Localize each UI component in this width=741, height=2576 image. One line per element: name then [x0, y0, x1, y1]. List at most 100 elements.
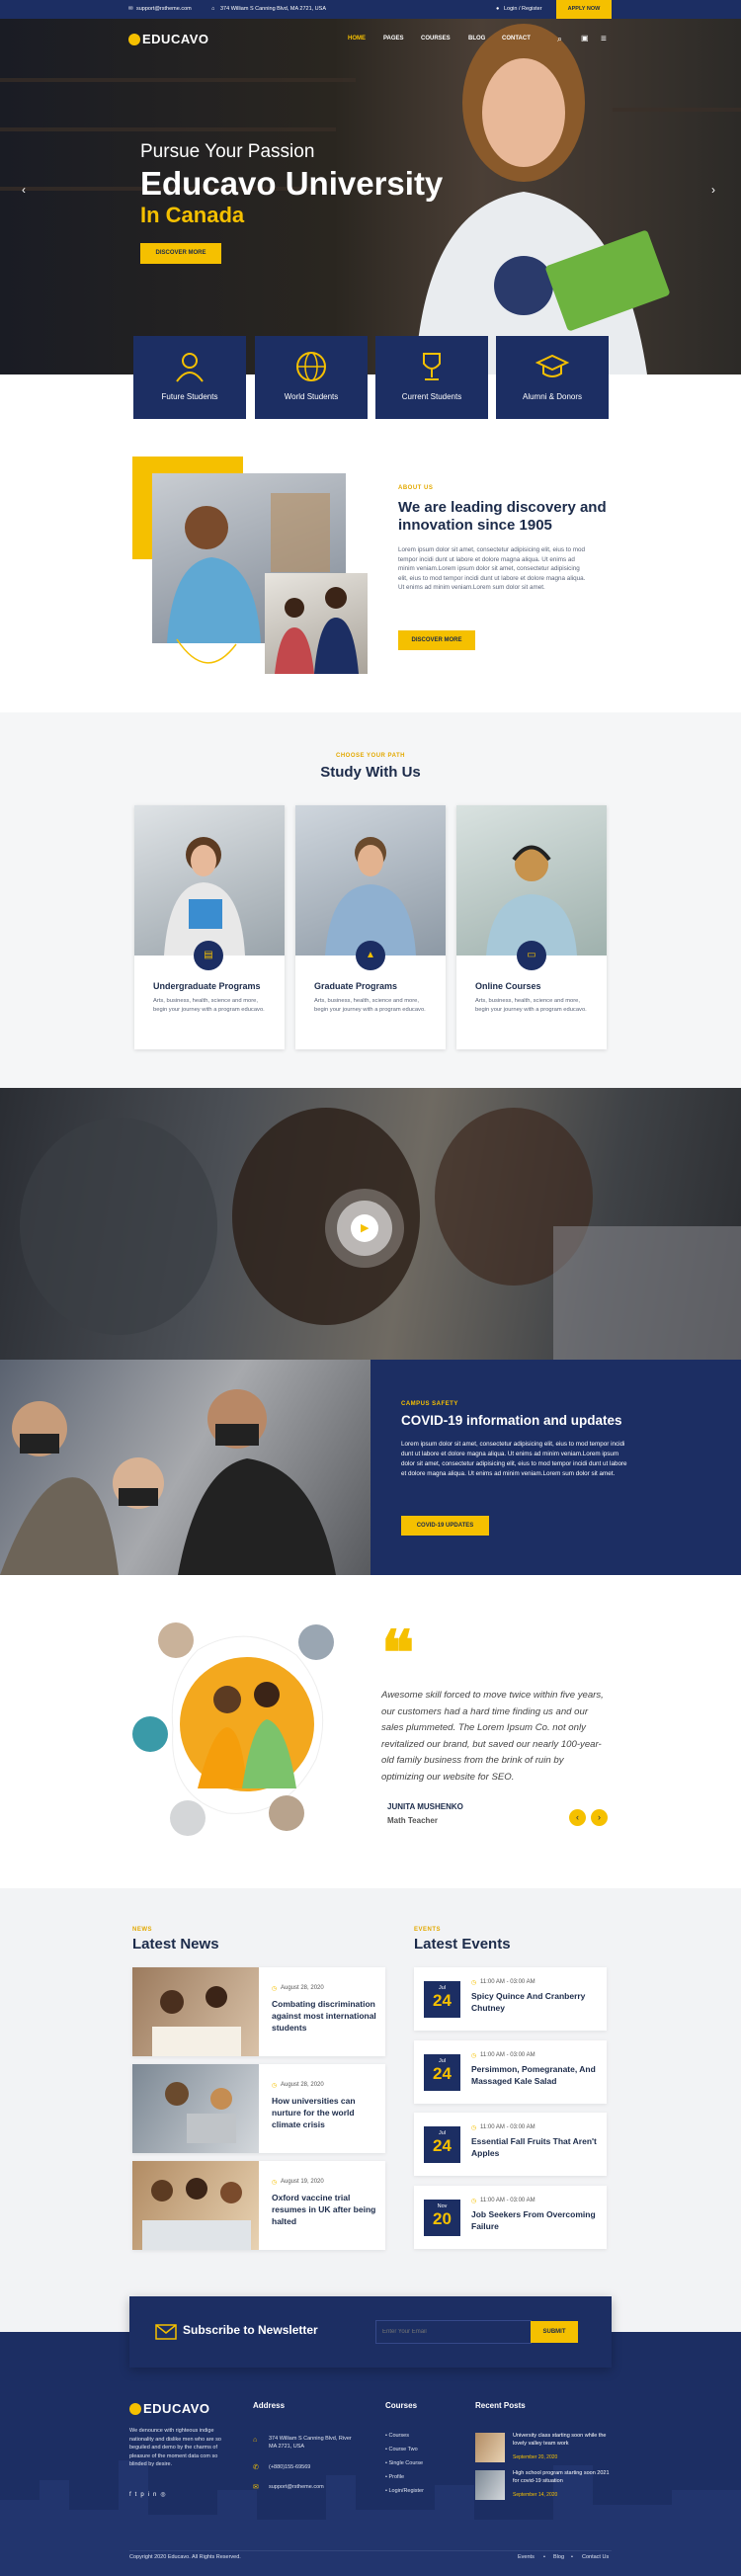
event-item[interactable]: Nov 20 ◷ 11:00 AM - 03:00 AM Job Seekers…	[414, 2186, 607, 2249]
event-title[interactable]: Spicy Quince And Cranberry Chutney	[471, 1991, 598, 2014]
footer-link-separator: •	[571, 2554, 573, 2560]
covid-kicker: CAMPUS SAFETY	[401, 1401, 458, 1407]
recent-post-date: September 14, 2020	[513, 2492, 558, 2498]
mail-icon: ✉	[253, 2484, 259, 2491]
event-title[interactable]: Job Seekers From Overcoming Failure	[471, 2209, 598, 2232]
event-time: 11:00 AM - 03:00 AM	[480, 2124, 535, 2130]
hero-subtitle: In Canada	[140, 203, 245, 227]
newsletter-submit-button[interactable]: SUBMIT	[531, 2321, 578, 2343]
about-body: Lorem ipsum dolor sit amet, consectetur …	[398, 546, 586, 592]
category-future-students[interactable]: Future Students	[133, 336, 246, 419]
about-discover-button[interactable]: DISCOVER MORE	[398, 630, 475, 650]
footer-link-blog[interactable]: Blog	[553, 2554, 564, 2560]
footer-logo[interactable]: EDUCAVO	[143, 2401, 210, 2416]
covid-title: COVID-19 information and updates	[401, 1413, 622, 1428]
testimonial-next-button[interactable]: ›	[591, 1809, 608, 1826]
slider-next-icon[interactable]: ›	[711, 183, 715, 197]
footer-course-link[interactable]: • Profile	[385, 2474, 404, 2480]
hamburger-icon[interactable]: ≡	[601, 34, 607, 44]
program-card-undergraduate[interactable]: ▤ Undergraduate Programs Arts, business,…	[134, 805, 285, 1049]
footer-course-link[interactable]: • Course Two	[385, 2447, 418, 2452]
news-headline[interactable]: Combating discrimination against most in…	[272, 1998, 378, 2034]
program-card-online[interactable]: ▭ Online Courses Arts, business, health,…	[456, 805, 607, 1049]
covid-updates-button[interactable]: COVID-19 UPDATES	[401, 1516, 489, 1536]
event-date-box: Nov 20	[424, 2200, 460, 2236]
card-title[interactable]: Undergraduate Programs	[153, 981, 261, 991]
footer-course-link[interactable]: • Single Course	[385, 2460, 423, 2466]
pinterest-icon[interactable]: p	[140, 2492, 147, 2498]
card-badge: ▲	[356, 941, 385, 970]
recent-post-title[interactable]: High school program starting soon 2021 f…	[513, 2470, 612, 2485]
program-card-graduate[interactable]: ▲ Graduate Programs Arts, business, heal…	[295, 805, 446, 1049]
event-item[interactable]: Jul 24 ◷ 11:00 AM - 03:00 AM Spicy Quinc…	[414, 1967, 607, 2031]
trophy-icon	[423, 353, 441, 380]
instagram-icon[interactable]: ◎	[160, 2492, 169, 2498]
nav-blog[interactable]: BLOG	[468, 36, 485, 42]
video-play-button[interactable]: ▶	[325, 1189, 404, 1268]
footer-course-label[interactable]: Profile	[388, 2474, 404, 2480]
category-label: World Students	[284, 392, 339, 401]
footer-phone[interactable]: (+880)155-69569	[269, 2464, 310, 2470]
event-title[interactable]: Persimmon, Pomegranate, And Massaged Kal…	[471, 2064, 598, 2087]
testimonial-prev-button[interactable]: ‹	[569, 1809, 586, 1826]
events-title: Latest Events	[414, 1936, 511, 1953]
footer-address-title: Address	[253, 2401, 286, 2410]
card-title[interactable]: Graduate Programs	[314, 981, 397, 991]
nav-contact[interactable]: CONTACT	[502, 36, 531, 42]
recent-post-title[interactable]: University class starting soon while the…	[513, 2433, 612, 2448]
footer-course-link[interactable]: • Courses	[385, 2433, 409, 2439]
clock-icon: ◷	[471, 1980, 477, 1986]
site-logo[interactable]: EDUCAVO	[142, 32, 209, 46]
category-alumni-donors[interactable]: Alumni & Donors	[496, 336, 609, 419]
card-title[interactable]: Online Courses	[475, 981, 541, 991]
event-time: 11:00 AM - 03:00 AM	[480, 2052, 535, 2058]
cart-icon[interactable]: ▣	[581, 34, 589, 42]
footer-email[interactable]: support@rstheme.com	[269, 2484, 324, 2490]
nav-courses[interactable]: COURSES	[421, 36, 451, 42]
event-item[interactable]: Jul 24 ◷ 11:00 AM - 03:00 AM Essential F…	[414, 2113, 607, 2176]
recent-post-thumb[interactable]	[475, 2470, 505, 2500]
footer-course-label[interactable]: Course Two	[388, 2447, 417, 2452]
logo-icon	[129, 2403, 141, 2415]
news-item[interactable]: ◷ August 28, 2020 How universities can n…	[132, 2064, 385, 2153]
news-headline[interactable]: How universities can nurture for the wor…	[272, 2095, 378, 2130]
footer-course-link[interactable]: • Login/Register	[385, 2488, 424, 2494]
footer-courses-title: Courses	[385, 2401, 418, 2410]
news-kicker: NEWS	[132, 1927, 152, 1933]
news-item[interactable]: ◷ August 19, 2020 Oxford vaccine trial r…	[132, 2161, 385, 2250]
news-date: August 19, 2020	[281, 2179, 324, 2185]
student-icon	[176, 353, 204, 382]
footer-divider	[129, 2550, 612, 2551]
testimonial-collage	[132, 1622, 334, 1836]
footer-course-label[interactable]: Single Course	[388, 2460, 423, 2466]
event-date-box: Jul 24	[424, 2054, 460, 2091]
apply-now-button[interactable]: APPLY NOW	[556, 0, 612, 19]
event-item[interactable]: Jul 24 ◷ 11:00 AM - 03:00 AM Persimmon, …	[414, 2040, 607, 2104]
topbar-address: 374 William S Canning Blvd, MA 2721, USA	[220, 6, 326, 12]
slider-prev-icon[interactable]: ‹	[22, 183, 26, 197]
newsletter-title: Subscribe to Newsletter	[183, 2323, 318, 2337]
category-current-students[interactable]: Current Students	[375, 336, 488, 419]
footer-link-contact[interactable]: Contact Us	[582, 2554, 609, 2560]
footer-course-label[interactable]: Login/Register	[388, 2488, 423, 2494]
nav-pages[interactable]: PAGES	[383, 36, 404, 42]
recent-post-thumb[interactable]	[475, 2433, 505, 2462]
graduation-cap-icon: ▲	[366, 950, 375, 960]
login-link[interactable]: Login / Register	[504, 6, 542, 12]
newsletter-email-input[interactable]	[375, 2320, 532, 2344]
nav-home[interactable]: HOME	[348, 36, 366, 42]
linkedin-icon[interactable]: in	[148, 2492, 161, 2498]
footer-link-events[interactable]: Events	[518, 2554, 535, 2560]
hero-discover-button[interactable]: DISCOVER MORE	[140, 243, 221, 264]
footer-course-label[interactable]: Courses	[388, 2433, 408, 2439]
search-icon[interactable]: ⌕	[557, 34, 562, 44]
news-date: August 28, 2020	[281, 2082, 324, 2088]
category-world-students[interactable]: World Students	[255, 336, 368, 419]
globe-icon	[296, 352, 326, 381]
news-headline[interactable]: Oxford vaccine trial resumes in UK after…	[272, 2192, 378, 2227]
news-item[interactable]: ◷ August 28, 2020 Combating discriminati…	[132, 1967, 385, 2056]
event-title[interactable]: Essential Fall Fruits That Aren't Apples	[471, 2136, 598, 2159]
topbar-email[interactable]: support@rstheme.com	[136, 6, 192, 12]
clock-icon: ◷	[272, 2083, 278, 2089]
hero-slider: EDUCAVO HOME PAGES COURSES BLOG CONTACT …	[0, 19, 741, 374]
